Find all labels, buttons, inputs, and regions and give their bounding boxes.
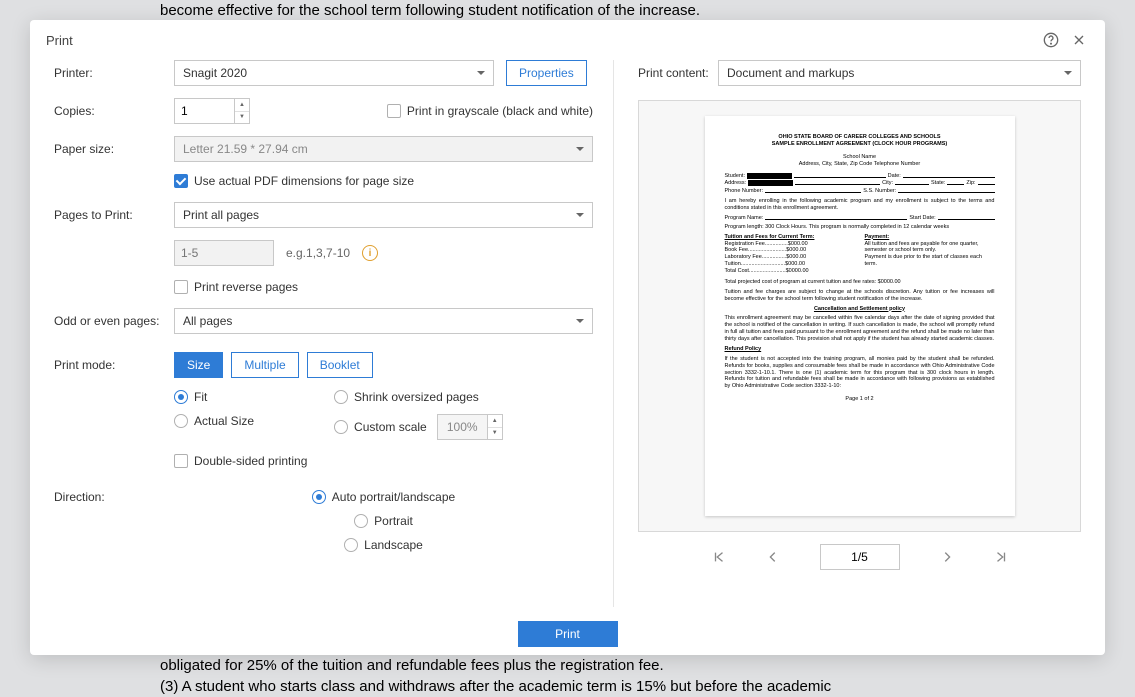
- page-indicator-input[interactable]: [820, 544, 900, 570]
- direction-portrait-radio[interactable]: Portrait: [354, 514, 413, 528]
- printer-select[interactable]: Snagit 2020: [174, 60, 494, 86]
- printer-label: Printer:: [54, 66, 174, 80]
- print-mode-label: Print mode:: [54, 358, 174, 372]
- dialog-title-bar: Print: [30, 20, 1105, 60]
- actual-dimensions-checkbox[interactable]: Use actual PDF dimensions for page size: [174, 174, 593, 188]
- double-sided-label: Double-sided printing: [194, 454, 307, 468]
- preview-pane: Print content: Document and markups OHIO…: [614, 60, 1081, 607]
- shrink-radio[interactable]: Shrink oversized pages: [334, 390, 503, 404]
- reverse-pages-checkbox[interactable]: Print reverse pages: [174, 280, 593, 294]
- background-document-text: become effective for the school term fol…: [160, 0, 1035, 21]
- info-icon[interactable]: i: [362, 245, 378, 261]
- pages-to-print-label: Pages to Print:: [54, 208, 174, 222]
- page-range-input[interactable]: [174, 240, 274, 266]
- page-range-hint: e.g.1,3,7-10: [286, 246, 350, 260]
- reverse-pages-label: Print reverse pages: [194, 280, 298, 294]
- chevron-up-icon[interactable]: ▲: [235, 99, 249, 112]
- preview-pager: [638, 544, 1081, 570]
- copies-stepper[interactable]: ▲ ▼: [174, 98, 250, 124]
- close-icon[interactable]: [1069, 30, 1089, 50]
- direction-label: Direction:: [54, 490, 174, 504]
- chevron-up-icon[interactable]: ▲: [488, 415, 502, 428]
- odd-even-select[interactable]: All pages: [174, 308, 593, 334]
- pages-select[interactable]: Print all pages: [174, 202, 593, 228]
- first-page-icon[interactable]: [712, 550, 726, 564]
- dialog-title: Print: [46, 33, 73, 48]
- next-page-icon[interactable]: [940, 550, 954, 564]
- copies-input[interactable]: [174, 98, 234, 124]
- preview-page: OHIO STATE BOARD OF CAREER COLLEGES AND …: [705, 116, 1015, 516]
- print-content-select[interactable]: Document and markups: [718, 60, 1081, 86]
- grayscale-label: Print in grayscale (black and white): [407, 104, 593, 118]
- print-settings-pane: Printer: Snagit 2020 Properties Copies: …: [54, 60, 614, 607]
- print-preview: OHIO STATE BOARD OF CAREER COLLEGES AND …: [638, 100, 1081, 532]
- print-dialog: Print Printer: Snagit 2020 Properties Co…: [30, 20, 1105, 655]
- actual-dimensions-label: Use actual PDF dimensions for page size: [194, 174, 414, 188]
- print-content-label: Print content:: [638, 66, 718, 80]
- last-page-icon[interactable]: [994, 550, 1008, 564]
- paper-size-select[interactable]: Letter 21.59 * 27.94 cm: [174, 136, 593, 162]
- direction-landscape-radio[interactable]: Landscape: [344, 538, 423, 552]
- properties-button[interactable]: Properties: [506, 60, 587, 86]
- custom-scale-input: [437, 414, 487, 440]
- mode-size-button[interactable]: Size: [174, 352, 223, 378]
- chevron-down-icon[interactable]: ▼: [235, 112, 249, 124]
- direction-auto-radio[interactable]: Auto portrait/landscape: [312, 490, 455, 504]
- grayscale-checkbox[interactable]: Print in grayscale (black and white): [387, 104, 593, 118]
- odd-even-label: Odd or even pages:: [54, 314, 174, 328]
- mode-multiple-button[interactable]: Multiple: [231, 352, 298, 378]
- mode-booklet-button[interactable]: Booklet: [307, 352, 373, 378]
- print-button[interactable]: Print: [518, 621, 618, 647]
- paper-size-label: Paper size:: [54, 142, 174, 156]
- copies-label: Copies:: [54, 104, 174, 118]
- actual-size-radio[interactable]: Actual Size: [174, 414, 254, 428]
- custom-scale-stepper[interactable]: ▲ ▼: [437, 414, 503, 440]
- fit-radio[interactable]: Fit: [174, 390, 254, 404]
- double-sided-checkbox[interactable]: Double-sided printing: [174, 454, 593, 468]
- custom-scale-radio[interactable]: Custom scale: [334, 420, 427, 434]
- help-icon[interactable]: [1041, 30, 1061, 50]
- prev-page-icon[interactable]: [766, 550, 780, 564]
- chevron-down-icon[interactable]: ▼: [488, 428, 502, 440]
